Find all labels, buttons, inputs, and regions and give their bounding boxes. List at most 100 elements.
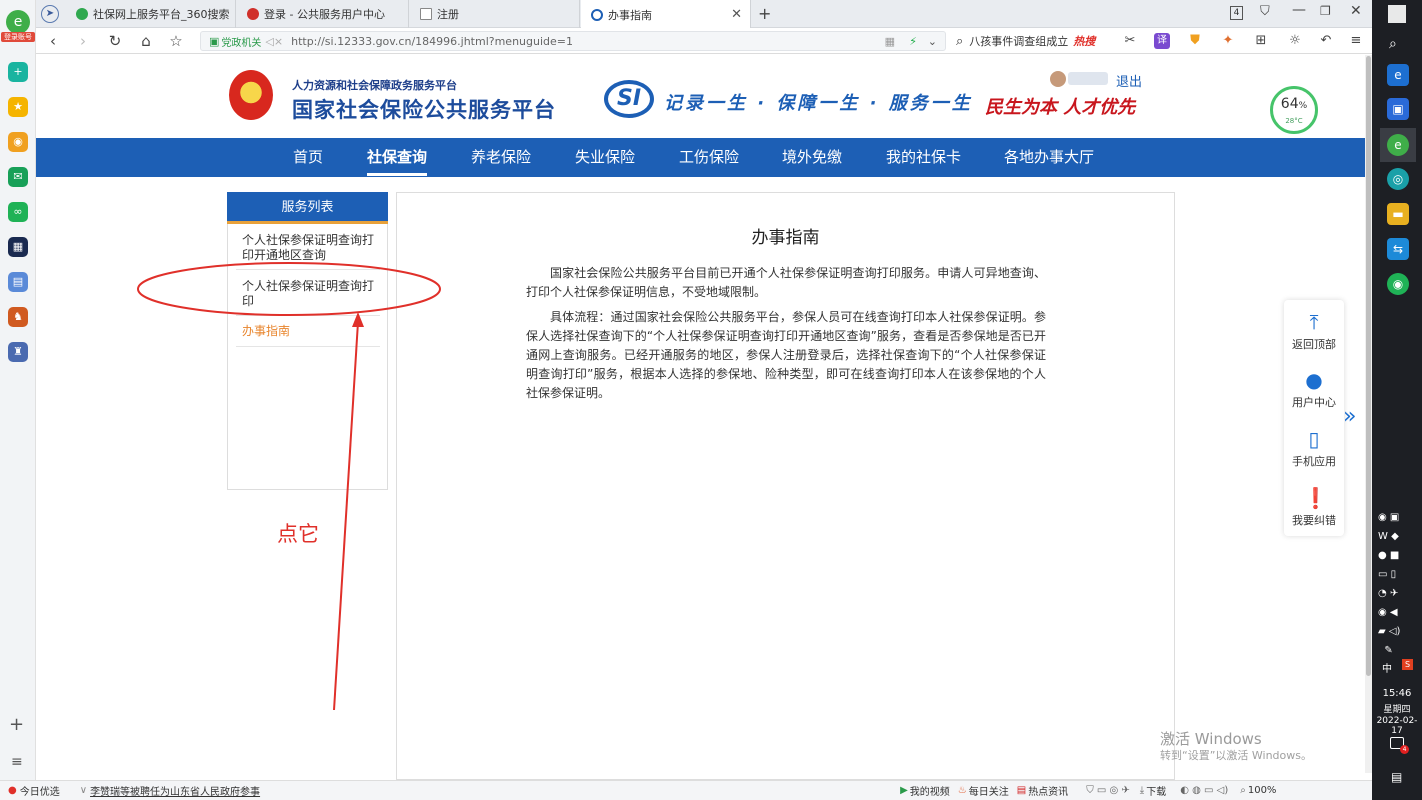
performance-gauge[interactable]: 64% 28°C <box>1270 86 1318 134</box>
status-news-link[interactable]: 李赞瑞等被聘任为山东省人民政府参事 <box>90 783 260 798</box>
scrollbar-thumb[interactable] <box>1366 56 1371 676</box>
close-window-icon[interactable]: ✕ <box>1350 3 1362 19</box>
favorites-star-icon[interactable]: ★ <box>8 97 28 117</box>
taskbar-search-icon[interactable]: ⌕ <box>1389 36 1397 52</box>
nav-home[interactable]: 首页 <box>293 138 323 177</box>
ie-icon[interactable]: e <box>1387 64 1409 86</box>
back-icon[interactable]: ‹ <box>44 32 62 50</box>
wechat-icon[interactable]: ◉ <box>1387 273 1409 295</box>
game-icon-2[interactable]: ♜ <box>8 342 28 362</box>
status-zoom[interactable]: 100% <box>1248 785 1277 796</box>
translate-ext-icon[interactable]: 译 <box>1154 33 1170 49</box>
browser-logo-icon[interactable]: e <box>6 10 30 34</box>
tab-guide[interactable]: 办事指南 ✕ <box>581 0 751 29</box>
restore-icon[interactable]: ❐ <box>1320 4 1331 18</box>
brightness-icon[interactable]: ☼ <box>1287 33 1303 49</box>
close-tab-icon[interactable]: ✕ <box>731 7 742 22</box>
cloud-icon[interactable]: ∞ <box>8 202 28 222</box>
qr-icon[interactable]: ▦ <box>885 35 895 48</box>
app-circle-icon[interactable]: ◎ <box>1387 168 1409 190</box>
status-today-picks[interactable]: 今日优选 <box>20 783 60 798</box>
navigate-icon[interactable]: ➤ <box>41 5 59 23</box>
game-icon-1[interactable]: ♞ <box>8 307 28 327</box>
mail-icon[interactable]: ✉ <box>8 167 28 187</box>
translate-icon[interactable]: + <box>8 62 28 82</box>
store-icon[interactable]: ▣ <box>1387 98 1409 120</box>
clock-weekday[interactable]: 星期四 <box>1372 702 1422 715</box>
service-item-print-certificate[interactable]: 个人社保参保证明查询打印 <box>242 279 378 309</box>
document-icon[interactable]: ▤ <box>8 272 28 292</box>
system-tray-icons[interactable]: ◉ ▣ W ◆ ● ■ ▭ ▯ ◔ ✈ ◉ ◀ ▰ ◁) ✎ <box>1378 508 1418 660</box>
status-my-video[interactable]: 我的视频 <box>910 783 950 798</box>
ime-indicator[interactable]: 中 <box>1382 660 1392 675</box>
menu-list-icon[interactable]: ≡ <box>11 754 23 770</box>
url-field[interactable]: ▣ 党政机关 ◁× http://si.12333.gov.cn/184996.… <box>200 31 946 51</box>
status-download[interactable]: 下载 <box>1146 783 1166 798</box>
verified-shield-icon: ▣ <box>209 34 220 48</box>
sogou-icon[interactable]: S <box>1402 659 1413 670</box>
chevron-down-icon[interactable]: ⌄ <box>928 35 937 48</box>
tab-count-badge[interactable]: 4 <box>1230 6 1243 20</box>
activation-watermark-subtitle: 转到“设置”以激活 Windows。 <box>1160 749 1312 762</box>
zoom-icon: ⌕ <box>1240 785 1246 796</box>
mute-icon: ◁× <box>265 34 284 48</box>
clock-date[interactable]: 2022-02-17 <box>1372 716 1422 736</box>
nav-si-query[interactable]: 社保查询 <box>367 138 428 176</box>
home-icon[interactable]: ⌂ <box>137 32 155 50</box>
shirt-icon[interactable]: ⛉ <box>1260 4 1270 19</box>
remote-app-icon[interactable]: ⇆ <box>1387 238 1409 260</box>
guide-paragraph-process: 具体流程：通过国家社会保险公共服务平台，参保人员可在线查询打印本人社保参保证明。… <box>526 310 1046 400</box>
clock-time[interactable]: 15:46 <box>1372 688 1422 699</box>
status-more-icons[interactable]: ◐ ◍ ▭ ◁) <box>1180 785 1228 796</box>
browser-360-icon[interactable]: e <box>1387 134 1409 156</box>
windows-start-icon[interactable] <box>1388 5 1406 23</box>
action-center-icon[interactable]: ▤ <box>1391 770 1402 784</box>
main-menu-icon[interactable]: ≡ <box>1348 33 1364 49</box>
logout-link[interactable]: 退出 <box>1116 71 1142 90</box>
status-hot-news[interactable]: 热点资讯 <box>1028 783 1068 798</box>
speed-icon[interactable]: ⚡ <box>909 35 917 48</box>
undo-icon[interactable]: ↶ <box>1318 33 1334 49</box>
platform-title[interactable]: 国家社会保险公共服务平台 <box>292 94 556 124</box>
nav-pension[interactable]: 养老保险 <box>471 138 531 177</box>
nav-work-injury[interactable]: 工伤保险 <box>679 138 739 177</box>
url-text: http://si.12333.gov.cn/184996.jhtml?menu… <box>291 34 573 48</box>
windows-taskbar: ⌕ e ▣ e ◎ ▬ ⇆ ◉ ◉ ▣ W ◆ ● ■ ▭ ▯ ◔ ✈ ◉ ◀ ▰ ◁) ✎… <box>1372 0 1422 800</box>
report-error-button[interactable]: ❗ 我要纠错 <box>1284 487 1344 528</box>
user-center-button[interactable]: ● 用户中心 <box>1284 369 1344 410</box>
nav-unemployment[interactable]: 失业保险 <box>575 138 635 177</box>
scissors-icon[interactable]: ✂ <box>1122 33 1138 49</box>
service-item-guide[interactable]: 办事指南 <box>242 324 378 339</box>
mobile-app-button[interactable]: ▯ 手机应用 <box>1284 428 1344 469</box>
double-chevron-right-icon[interactable]: » <box>1343 404 1356 429</box>
login-account-badge[interactable]: 登录账号 <box>1 32 35 42</box>
search-box[interactable]: ⌕ 八孩事件调查组成立 热搜 <box>956 31 1144 51</box>
status-daily-focus[interactable]: 每日关注 <box>969 783 1009 798</box>
minimize-icon[interactable]: — <box>1292 2 1306 18</box>
service-item-region-query[interactable]: 个人社保参保证明查询打印开通地区查询 <box>242 233 378 263</box>
add-sidebar-icon[interactable]: + <box>9 714 24 735</box>
bookmark-star-icon[interactable]: ☆ <box>167 32 185 50</box>
file-explorer-icon[interactable]: ▬ <box>1387 203 1409 225</box>
new-tab-button[interactable]: + <box>758 4 771 23</box>
hot-search-badge: 热搜 <box>1073 35 1096 48</box>
refresh-icon[interactable]: ↻ <box>106 32 124 50</box>
status-tool-icons[interactable]: ⛉ ▭ ◎ ✈ <box>1086 785 1130 796</box>
weibo-icon[interactable]: ◉ <box>8 132 28 152</box>
back-to-top-button[interactable]: ⤒ 返回顶部 <box>1284 311 1344 352</box>
avatar[interactable] <box>1050 71 1066 87</box>
game-ext-icon[interactable]: ✦ <box>1220 33 1236 49</box>
nav-overseas-exempt[interactable]: 境外免缴 <box>782 138 842 177</box>
tab-search[interactable]: 社保网上服务平台_360搜索 <box>66 0 236 28</box>
nav-service-halls[interactable]: 各地办事大厅 <box>1004 138 1094 177</box>
forward-icon[interactable]: › <box>74 32 92 50</box>
tab-login[interactable]: 登录 - 公共服务用户中心 <box>237 0 409 28</box>
grid-apps-icon[interactable]: ⊞ <box>1253 33 1269 49</box>
tab-register[interactable]: 注册 <box>410 0 580 28</box>
chevron-icon: ∨ <box>79 785 88 796</box>
recommend-icon: ● <box>8 785 17 796</box>
national-emblem <box>229 70 273 120</box>
shield-ext-icon[interactable]: ⛊ <box>1187 33 1203 49</box>
nav-my-si-card[interactable]: 我的社保卡 <box>886 138 961 177</box>
news-app-icon[interactable]: ▦ <box>8 237 28 257</box>
